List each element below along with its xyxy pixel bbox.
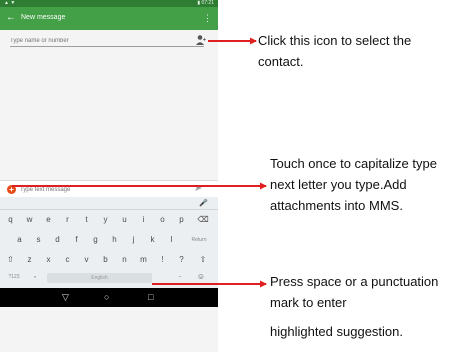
- callout-line: Click this icon to select the: [258, 33, 412, 48]
- callout-line: mark to enter: [270, 295, 347, 310]
- callout-line: Touch once to capitalize type: [270, 156, 437, 171]
- callout-line: next letter you type.Add: [270, 177, 407, 192]
- space-callout: Press space or a punctuation mark to ent…: [270, 271, 438, 342]
- shift-callout: Touch once to capitalize type next lette…: [270, 153, 437, 216]
- callout-line: Press space or a punctuation: [270, 274, 439, 289]
- callout-line: highlighted suggestion.: [270, 324, 403, 339]
- contact-callout: Click this icon to select the contact.: [258, 30, 411, 72]
- callout-line: contact.: [258, 54, 304, 69]
- callout-line: attachments into MMS.: [270, 198, 403, 213]
